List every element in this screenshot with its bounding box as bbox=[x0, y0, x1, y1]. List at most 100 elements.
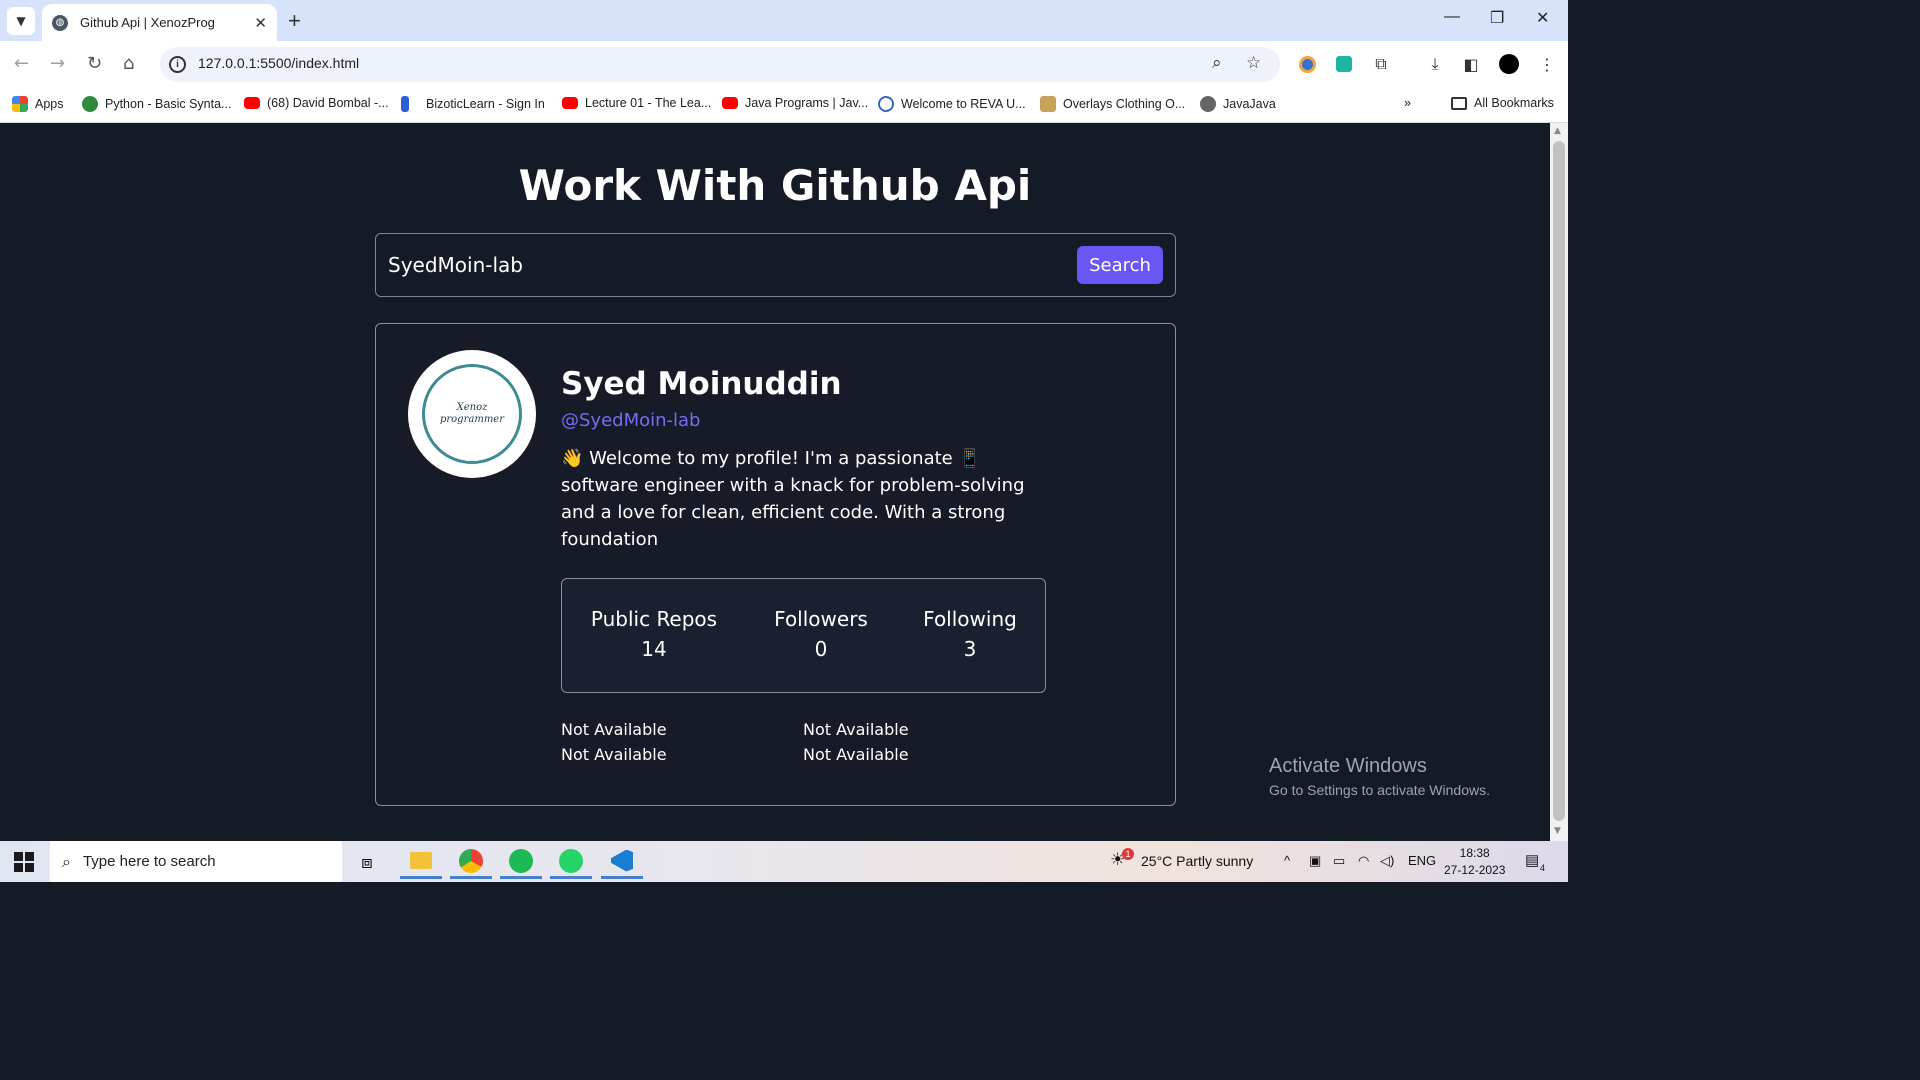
bookmark-javajava[interactable]: JavaJava bbox=[1200, 96, 1276, 112]
site-info-icon[interactable]: i bbox=[169, 56, 186, 73]
all-bookmarks-button[interactable]: All Bookmarks bbox=[1451, 96, 1554, 110]
globe-icon: ◍ bbox=[52, 14, 68, 31]
search-icon: ⌕ bbox=[62, 851, 71, 871]
location-text: Not Available bbox=[561, 720, 667, 739]
file-explorer-icon[interactable] bbox=[400, 845, 442, 879]
clock[interactable]: 18:38 27-12-2023 bbox=[1444, 845, 1505, 879]
notification-icon[interactable]: ▤ bbox=[1525, 851, 1539, 869]
page-title: Work With Github Api bbox=[518, 161, 1032, 210]
extension-icon[interactable] bbox=[1333, 53, 1355, 75]
stat-label: Following bbox=[923, 607, 1017, 631]
restore-button[interactable]: ❐ bbox=[1490, 8, 1504, 28]
avatar-logo: Xenoz programmer bbox=[422, 364, 522, 464]
scroll-down-icon[interactable]: ▼ bbox=[1554, 826, 1561, 836]
youtube-icon bbox=[244, 97, 260, 109]
profile-avatar[interactable] bbox=[1498, 53, 1520, 75]
battery-icon[interactable]: ▭ bbox=[1333, 853, 1345, 869]
download-icon[interactable]: ⤓ bbox=[1424, 53, 1446, 75]
bookmark-apps[interactable]: Apps bbox=[12, 96, 64, 112]
bizotic-icon bbox=[401, 96, 409, 112]
username-search-input[interactable] bbox=[388, 246, 1068, 284]
watermark-title: Activate Windows bbox=[1269, 755, 1427, 777]
clock-time: 18:38 bbox=[1459, 846, 1490, 860]
page-scrollbar[interactable]: ▲ ▼ bbox=[1550, 123, 1568, 841]
browser-tab-active[interactable]: ◍ Github Api | XenozProg ✕ bbox=[42, 4, 277, 41]
stat-public-repos: Public Repos 14 bbox=[590, 607, 718, 661]
profile-card: Xenoz programmer Syed Moinuddin @SyedMoin… bbox=[375, 323, 1176, 806]
whatsapp-icon[interactable] bbox=[550, 845, 592, 879]
profile-bio: 👋 Welcome to my profile! I'm a passionat… bbox=[561, 448, 1025, 550]
vscode-icon[interactable] bbox=[601, 845, 643, 879]
python-icon bbox=[82, 96, 98, 112]
youtube-icon bbox=[562, 97, 578, 109]
company-text: Not Available bbox=[803, 745, 909, 764]
minimize-button[interactable]: — bbox=[1444, 8, 1460, 26]
forward-button[interactable]: → bbox=[50, 53, 65, 74]
stat-following: Following 3 bbox=[920, 607, 1020, 661]
apps-grid-icon bbox=[12, 96, 28, 112]
globe-icon bbox=[1200, 96, 1216, 112]
volume-icon[interactable]: ◁) bbox=[1380, 853, 1394, 869]
windows-start-icon[interactable] bbox=[14, 852, 34, 872]
task-view-icon[interactable]: ⧈ bbox=[346, 845, 388, 879]
more-bookmarks-icon[interactable]: » bbox=[1404, 96, 1411, 110]
browser-toolbar: ← → ↻ ⌂ i 127.0.0.1:5500/index.html ⌕ ☆ … bbox=[0, 41, 1568, 88]
folder-icon bbox=[1451, 96, 1467, 110]
menu-icon[interactable]: ⋮ bbox=[1536, 53, 1558, 75]
search-form: Search bbox=[375, 233, 1176, 297]
reva-icon bbox=[878, 96, 894, 112]
avatar: Xenoz programmer bbox=[408, 350, 536, 478]
extensions-puzzle-icon[interactable]: ⧉ bbox=[1370, 53, 1392, 75]
activate-windows-watermark: Activate Windows Go to Settings to activ… bbox=[1269, 755, 1490, 798]
stat-followers: Followers 0 bbox=[769, 607, 873, 661]
extension-icon[interactable] bbox=[1296, 53, 1318, 75]
weather-badge: 1 bbox=[1122, 848, 1134, 860]
taskbar-search-box[interactable]: ⌕ Type here to search bbox=[50, 841, 342, 882]
side-panel-icon[interactable]: ◧ bbox=[1460, 53, 1482, 75]
close-tab-icon[interactable]: ✕ bbox=[254, 14, 267, 32]
meet-icon[interactable]: ▣ bbox=[1309, 853, 1321, 869]
spotify-icon[interactable] bbox=[500, 845, 542, 879]
stat-value: 0 bbox=[814, 637, 828, 661]
search-button[interactable]: Search bbox=[1077, 246, 1163, 284]
bookmark-reva[interactable]: Welcome to REVA U... bbox=[878, 96, 1026, 112]
bookmark-lecture[interactable]: Lecture 01 - The Lea... bbox=[562, 96, 711, 110]
bookmark-python[interactable]: Python - Basic Synta... bbox=[82, 96, 231, 112]
home-button[interactable]: ⌂ bbox=[123, 53, 134, 74]
bookmark-star-icon[interactable]: ☆ bbox=[1246, 53, 1261, 73]
weather-text[interactable]: 25°C Partly sunny bbox=[1141, 853, 1253, 869]
profile-name: Syed Moinuddin bbox=[561, 366, 842, 402]
stat-label: Public Repos bbox=[590, 607, 718, 631]
chevron-up-icon[interactable]: ^ bbox=[1284, 853, 1290, 868]
tab-title: Github Api | XenozProg bbox=[80, 15, 215, 30]
bookmarks-bar: Apps Python - Basic Synta... (68) David … bbox=[0, 88, 1568, 123]
wifi-icon[interactable]: ◠ bbox=[1358, 853, 1369, 869]
watermark-subtitle: Go to Settings to activate Windows. bbox=[1269, 782, 1490, 798]
youtube-icon bbox=[722, 97, 738, 109]
language-indicator[interactable]: ENG bbox=[1408, 853, 1436, 868]
chrome-icon[interactable] bbox=[450, 845, 492, 879]
close-window-button[interactable]: ✕ bbox=[1536, 8, 1549, 28]
address-bar[interactable]: i 127.0.0.1:5500/index.html ⌕ ☆ bbox=[160, 47, 1280, 82]
new-tab-button[interactable]: + bbox=[288, 8, 301, 34]
page-viewport: Work With Github Api Search Xenozprogram… bbox=[0, 123, 1550, 841]
profile-handle-link[interactable]: @SyedMoin-lab bbox=[561, 410, 700, 431]
stat-value: 14 bbox=[641, 637, 667, 661]
scroll-thumb[interactable] bbox=[1553, 141, 1565, 821]
stat-value: 3 bbox=[963, 637, 977, 661]
website-text: Not Available bbox=[561, 745, 667, 764]
stat-label: Followers bbox=[774, 607, 868, 631]
twitter-text: Not Available bbox=[803, 720, 909, 739]
bookmark-java-programs[interactable]: Java Programs | Jav... bbox=[722, 96, 868, 110]
reload-button[interactable]: ↻ bbox=[87, 53, 102, 74]
overlays-icon bbox=[1040, 96, 1056, 112]
bookmark-overlays[interactable]: Overlays Clothing O... bbox=[1040, 96, 1185, 112]
bookmark-david-bombal[interactable]: (68) David Bombal -... bbox=[244, 96, 389, 110]
scroll-up-icon[interactable]: ▲ bbox=[1554, 126, 1561, 136]
back-button[interactable]: ← bbox=[14, 53, 29, 74]
tab-search-button[interactable]: ▼ bbox=[7, 7, 35, 35]
url-text[interactable]: 127.0.0.1:5500/index.html bbox=[198, 55, 359, 71]
clock-date: 27-12-2023 bbox=[1444, 863, 1506, 877]
bookmark-bizoticlearn[interactable]: BizoticLearn - Sign In bbox=[401, 96, 545, 112]
zoom-icon[interactable]: ⌕ bbox=[1212, 53, 1222, 73]
